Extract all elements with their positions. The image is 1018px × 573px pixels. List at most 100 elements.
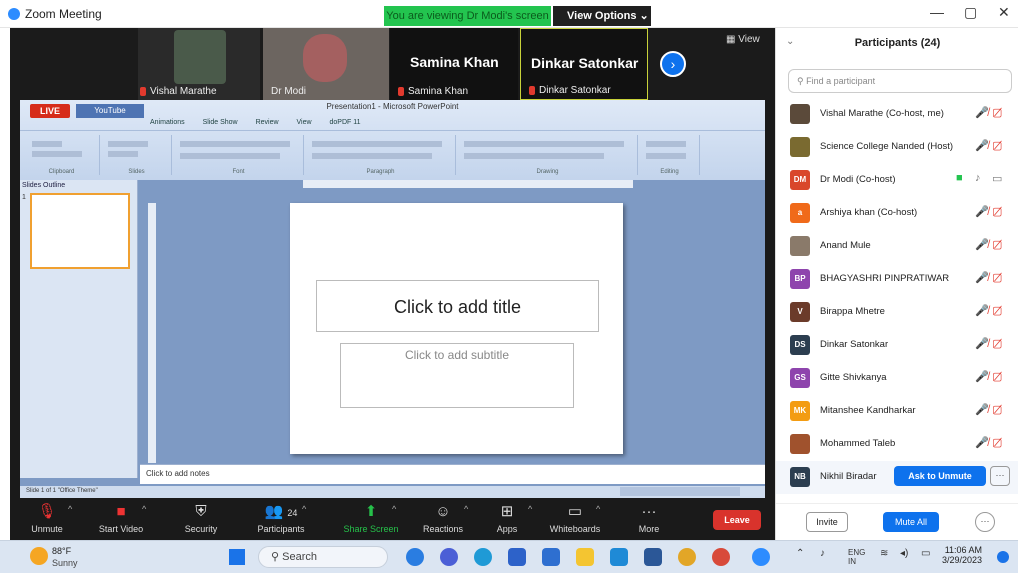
invite-button[interactable]: Invite — [806, 512, 848, 532]
wifi-icon[interactable]: ≋ — [880, 548, 888, 559]
app-icon[interactable] — [406, 548, 424, 566]
caret-up-icon[interactable]: ^ — [142, 504, 146, 514]
participant-row[interactable]: DM Dr Modi (Co-host) ■ ♪ ▭ — [776, 164, 1018, 197]
caret-up-icon[interactable]: ^ — [464, 504, 468, 514]
share-screen-button[interactable]: ⬆ Share Screen ^ — [336, 498, 406, 540]
video-tile[interactable]: Dr Modi — [263, 28, 389, 100]
mic-muted-icon: 🎤̸ — [975, 206, 989, 218]
sun-icon[interactable] — [30, 547, 48, 565]
notification-icon[interactable] — [997, 551, 1009, 563]
horizontal-ruler — [303, 180, 633, 188]
view-button[interactable]: ▦ View — [726, 34, 760, 45]
chevron-up-icon[interactable]: ⌃ — [796, 548, 804, 559]
caret-up-icon[interactable]: ^ — [68, 504, 72, 514]
avatar: MK — [790, 401, 810, 421]
volume-icon[interactable]: ◂) — [900, 548, 908, 559]
video-tile-active[interactable]: Dinkar Satonkar Dinkar Satonkar — [520, 28, 648, 100]
video-off-icon: ▢̸ — [992, 206, 1003, 218]
mic-muted-icon: 🎤̸ — [975, 437, 989, 449]
apps-button[interactable]: ⊞ Apps ^ — [472, 498, 542, 540]
mic-muted-icon: 🎤̸ — [975, 140, 989, 152]
video-tile[interactable]: Samina Khan Samina Khan — [390, 28, 518, 100]
close-icon[interactable]: ✕ — [998, 4, 1010, 21]
participant-row[interactable]: V Birappa Mhetre 🎤̸ ▢̸ — [776, 296, 1018, 329]
ribbon-group: Font — [174, 135, 304, 175]
panel-header: ⌄ Participants (24) — [776, 28, 1018, 61]
mic-muted-icon: 🎤̸ — [975, 272, 989, 284]
participant-row[interactable]: Vishal Marathe (Co-host, me) 🎤̸ ▢̸ — [776, 98, 1018, 131]
windows-start-icon[interactable] — [229, 549, 245, 565]
leave-button[interactable]: Leave — [713, 510, 761, 530]
ppt-menu-item: Slide Show — [202, 119, 238, 126]
participant-more-button[interactable]: ··· — [990, 466, 1010, 486]
youtube-badge: YouTube — [76, 104, 144, 118]
battery-icon[interactable]: ▭ — [921, 548, 930, 559]
ask-to-unmute-button[interactable]: Ask to Unmute — [894, 466, 986, 486]
whiteboards-button[interactable]: ▭ Whiteboards ^ — [540, 498, 610, 540]
participants-button[interactable]: 👥 24 Participants ^ — [246, 498, 316, 540]
app-icon[interactable] — [508, 548, 526, 566]
caret-up-icon[interactable]: ^ — [392, 504, 396, 514]
app-icon[interactable] — [712, 548, 730, 566]
slide-thumbnail[interactable] — [30, 193, 130, 269]
avatar — [790, 104, 810, 124]
powerpoint-ribbon-area: Presentation1 - Microsoft PowerPoint LIV… — [20, 100, 765, 180]
participant-row[interactable]: NB Nikhil Biradar Ask to Unmute ··· — [776, 461, 1018, 494]
folder-icon[interactable] — [576, 548, 594, 566]
mic-muted-icon[interactable]: 🎤̸ — [975, 106, 989, 119]
participant-row[interactable]: Mohammed Taleb 🎤̸ ▢̸ — [776, 428, 1018, 461]
mute-all-button[interactable]: Mute All — [883, 512, 939, 532]
tile-name: Dr Modi — [271, 86, 307, 97]
caret-up-icon[interactable]: ^ — [302, 504, 306, 514]
participant-row[interactable]: DS Dinkar Satonkar 🎤̸ ▢̸ — [776, 329, 1018, 362]
security-button[interactable]: ⛨ Security — [166, 498, 236, 540]
zoom-slider[interactable] — [620, 487, 740, 496]
participant-row[interactable]: GS Gitte Shivkanya 🎤̸ ▢̸ — [776, 362, 1018, 395]
meeting-toolbar: 🎙 Unmute ^ ■ Start Video ^ ⛨ Security 👥 24 Par… — [10, 498, 775, 540]
word-icon[interactable] — [644, 548, 662, 566]
tile-name: Vishal Marathe — [150, 86, 217, 97]
panel-footer: Invite Mute All ··· — [776, 503, 1018, 540]
zoom-icon[interactable] — [752, 548, 770, 566]
ppt-ribbon: Clipboard Slides Font Paragraph Drawing … — [20, 130, 765, 178]
subtitle-placeholder[interactable]: Click to add subtitle — [340, 343, 574, 408]
ppt-menu-item: View — [296, 119, 312, 126]
search-icon: ⚲ — [271, 551, 280, 563]
panel-more-button[interactable]: ··· — [975, 512, 995, 532]
slide-canvas[interactable]: Click to add title Click to add subtitle — [290, 203, 623, 454]
taskbar-clock[interactable]: 11:06 AM 3/29/2023 — [942, 545, 982, 565]
unmute-button[interactable]: 🎙 Unmute ^ — [12, 498, 82, 540]
app-icon[interactable] — [610, 548, 628, 566]
avatar: NB — [790, 467, 810, 487]
video-tile[interactable]: Vishal Marathe — [138, 28, 260, 100]
participant-row[interactable]: Science College Nanded (Host) 🎤̸ ▢̸ — [776, 131, 1018, 164]
notes-pane[interactable]: Click to add notes — [140, 464, 765, 484]
participant-search-input[interactable]: ⚲ Find a participant — [788, 69, 1012, 93]
more-button[interactable]: ··· More — [614, 498, 684, 540]
app-icon[interactable] — [440, 548, 458, 566]
view-options-button[interactable]: View Options ⌄ — [553, 6, 651, 26]
language-indicator[interactable]: ENG IN — [848, 548, 865, 566]
video-icon: ▭ — [992, 173, 1003, 185]
taskbar-search[interactable]: ⚲ Search — [258, 546, 388, 568]
minimize-icon[interactable]: — — [930, 4, 944, 20]
mic-muted-icon: 🎤̸ — [975, 239, 989, 251]
participant-row[interactable]: MK Mitanshee Kandharkar 🎤̸ ▢̸ — [776, 395, 1018, 428]
next-page-icon[interactable]: › — [660, 51, 686, 77]
store-icon[interactable] — [542, 548, 560, 566]
maximize-icon[interactable]: ▢ — [964, 4, 977, 21]
participant-row[interactable]: BP BHAGYASHRI PINPRATIWAR 🎤̸ ▢̸ — [776, 263, 1018, 296]
participant-row[interactable]: a Arshiya khan (Co-host) 🎤̸ ▢̸ — [776, 197, 1018, 230]
avatar — [790, 434, 810, 454]
caret-up-icon[interactable]: ^ — [596, 504, 600, 514]
start-video-button[interactable]: ■ Start Video ^ — [86, 498, 156, 540]
caret-up-icon[interactable]: ^ — [528, 504, 532, 514]
reactions-button[interactable]: ☺ Reactions ^ — [408, 498, 478, 540]
participant-row[interactable]: Anand Mule 🎤̸ ▢̸ — [776, 230, 1018, 263]
zoom-logo-icon — [8, 8, 20, 20]
edge-icon[interactable] — [474, 548, 492, 566]
slides-tabs[interactable]: Slides Outline — [22, 182, 65, 189]
title-placeholder[interactable]: Click to add title — [316, 280, 599, 332]
mic-muted-icon: 🎤̸ — [975, 305, 989, 317]
chrome-icon[interactable] — [678, 548, 696, 566]
